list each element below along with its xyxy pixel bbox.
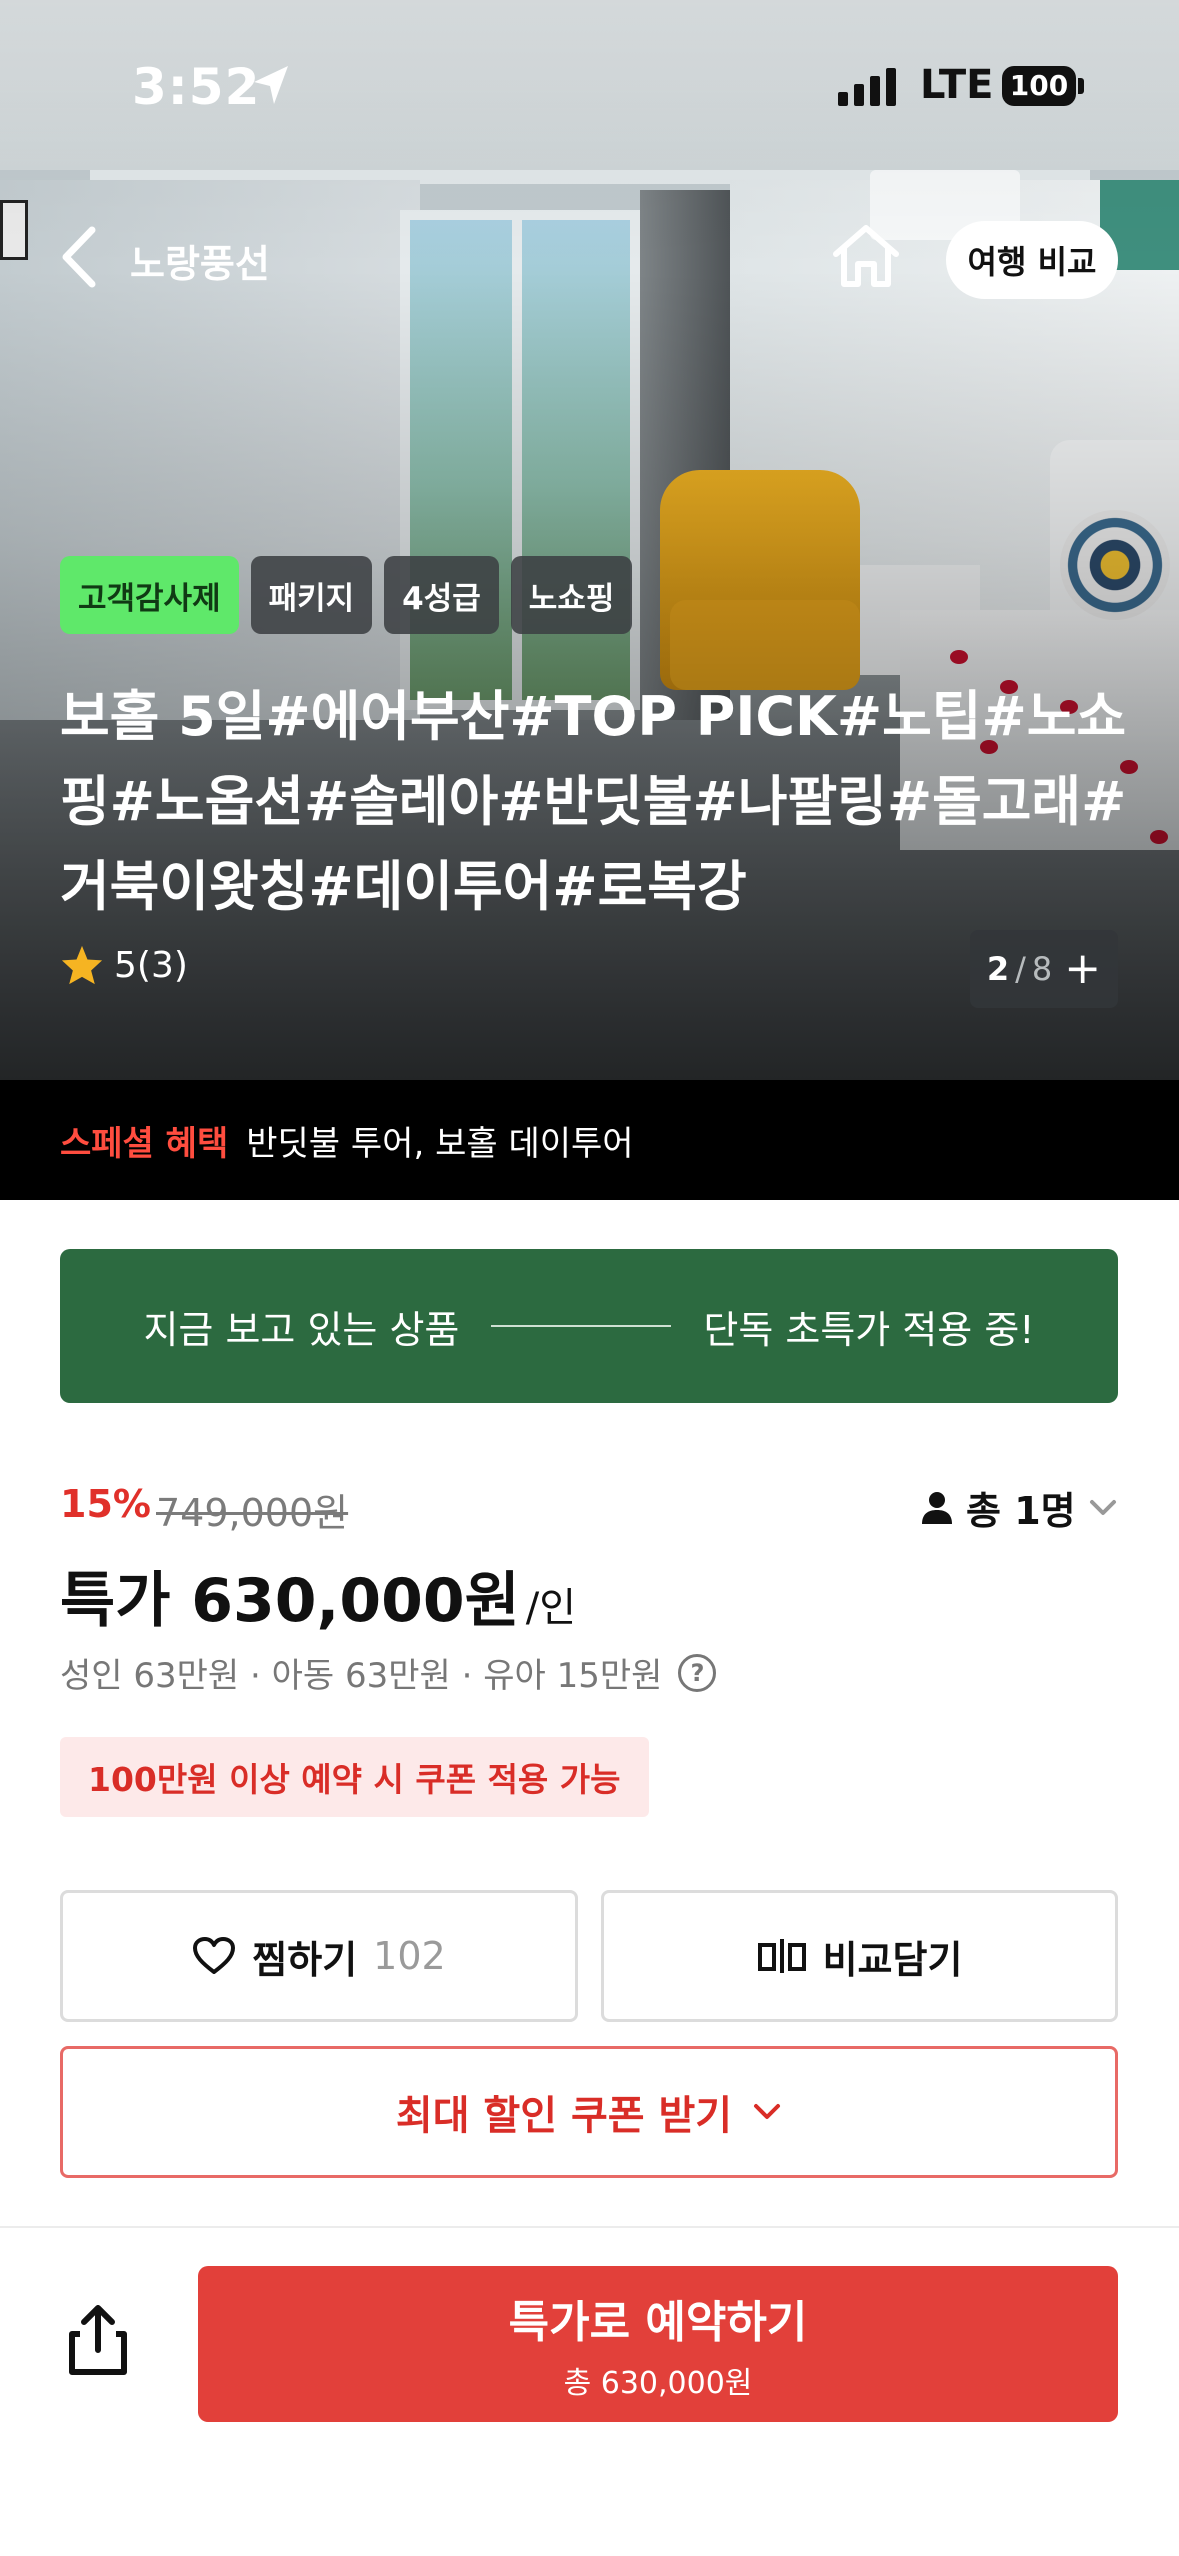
reserve-label: 특가로 예약하기: [508, 2297, 808, 2348]
traveler-count-selector[interactable]: 총 1명: [920, 1480, 1118, 1535]
tag-hotel-grade: 4성급: [384, 556, 499, 634]
discount-rate: 15%: [60, 1482, 151, 1526]
cellular-signal-icon: [838, 68, 896, 106]
photo-current: 2: [986, 950, 1010, 988]
photo-counter-button[interactable]: 2 / 8 +: [970, 930, 1118, 1008]
get-coupon-button[interactable]: 최대 할인 쿠폰 받기: [60, 2046, 1118, 2178]
photo-total: 8: [1031, 950, 1053, 988]
benefit-text: 반딧불 투어, 보홀 데이투어: [246, 1123, 634, 1164]
status-time: 3:52: [132, 58, 261, 116]
benefit-label: 스페셜 혜택: [60, 1123, 229, 1164]
sale-price: 특가 630,000원/인: [60, 1552, 576, 1639]
price-breakdown-text: 성인 63만원 · 아동 63만원 · 유아 15만원: [60, 1656, 663, 1696]
banner-left-text: 지금 보고 있는 상품: [143, 1307, 460, 1352]
chevron-down-icon: [754, 2104, 781, 2119]
add-to-compare-button[interactable]: 비교담기: [601, 1890, 1118, 2022]
product-title: 보홀 5일#에어부산#TOP PICK#노팁#노쇼핑#노옵션#솔레아#반딧불#나…: [60, 685, 1127, 918]
heart-icon: [193, 1937, 236, 1974]
rating[interactable]: 5(3): [60, 944, 188, 986]
tag-customer-event: 고객감사제: [60, 556, 239, 634]
compare-icon: [757, 1939, 806, 1973]
coupon-button-label: 최대 할인 쿠폰 받기: [395, 2093, 733, 2139]
reserve-total: 총 630,000원: [563, 2366, 753, 2401]
tag-package: 패키지: [250, 556, 373, 634]
network-label: LTE: [920, 62, 994, 108]
photo-separator: /: [1015, 950, 1026, 988]
chevron-down-icon: [1089, 1499, 1116, 1515]
tag-no-shopping: 노쇼핑: [510, 556, 633, 634]
exclusive-deal-banner: 지금 보고 있는 상품 단독 초특가 적용 중!: [60, 1249, 1118, 1403]
traveler-count: 총 1명: [966, 1489, 1076, 1533]
location-arrow-icon: [254, 66, 288, 104]
product-detail-page: 3:52 LTE 100 노랑풍선 여행 비교 고객감사제 패키지 4성급 노쇼…: [0, 0, 1179, 2556]
wishlist-button[interactable]: 찜하기 102: [60, 1890, 578, 2022]
back-arrow-icon[interactable]: [52, 222, 108, 292]
sale-price-value: 특가 630,000원: [60, 1566, 520, 1636]
special-benefit-strip: 스페셜 혜택 반딧불 투어, 보홀 데이투어: [0, 1080, 1179, 1200]
help-icon[interactable]: ?: [678, 1653, 717, 1692]
home-icon[interactable]: [828, 222, 904, 292]
wishlist-count: 102: [373, 1934, 446, 1978]
star-icon: [61, 945, 103, 985]
coupon-note-badge: 100만원 이상 예약 시 쿠폰 적용 가능: [60, 1737, 649, 1817]
nav-title: 노랑풍선: [130, 242, 270, 286]
price-unit: /인: [525, 1585, 577, 1631]
price-breakdown: 성인 63만원 · 아동 63만원 · 유아 15만원 ?: [60, 1648, 717, 1697]
plus-icon: +: [1064, 943, 1102, 994]
wishlist-label: 찜하기: [252, 1937, 358, 1982]
banner-right-text: 단독 초특가 적용 중!: [703, 1307, 1035, 1352]
battery-icon: 100: [1002, 66, 1076, 106]
person-icon: [922, 1491, 952, 1524]
original-price: 749,000원: [156, 1491, 349, 1535]
reserve-button[interactable]: 특가로 예약하기 총 630,000원: [198, 2266, 1118, 2422]
rating-value: 5(3): [114, 944, 188, 986]
compare-label: 비교담기: [822, 1937, 963, 1982]
trip-compare-button[interactable]: 여행 비교: [946, 221, 1118, 299]
banner-divider: [491, 1325, 672, 1327]
product-tags: 고객감사제 패키지 4성급 노쇼핑: [60, 556, 633, 634]
share-icon[interactable]: [58, 2300, 138, 2380]
